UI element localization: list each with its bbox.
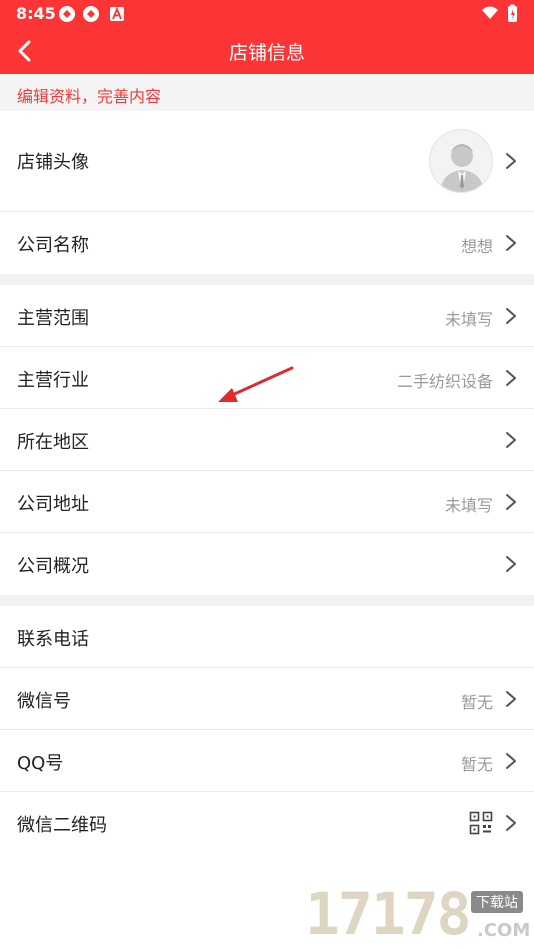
page-title: 店铺信息 [228,42,305,64]
row-label: 主营行业 [17,370,89,391]
row-value: 想想 [460,237,493,256]
watermark-badge: 下载站 [471,891,523,913]
row-value: 二手纺织设备 [396,372,493,391]
row-qq-number[interactable]: QQ号 暂无 [0,730,534,792]
row-value: 未填写 [444,310,493,329]
row-label: 公司概况 [17,556,89,577]
sync-icon [59,6,75,22]
row-company-overview[interactable]: 公司概况 [0,533,534,595]
row-label: 联系电话 [17,629,89,650]
notice-bar: 编辑资料，完善内容 [0,74,534,111]
row-label: 公司名称 [17,235,89,256]
chevron-right-icon [506,153,516,169]
row-company-address[interactable]: 公司地址 未填写 [0,471,534,533]
row-value: 暂无 [460,755,493,774]
status-time: 8:45 [16,4,56,23]
chevron-right-icon [506,308,516,324]
chevron-right-icon [506,370,516,386]
section-contact: 联系电话 微信号 暂无 QQ号 暂无 微信二维码 [0,606,534,854]
watermark-logo: 17178 下载站 .COM [305,880,531,948]
chevron-right-icon [506,235,516,251]
row-shop-avatar[interactable]: 店铺头像 [0,111,534,212]
section-divider [0,595,534,606]
chevron-right-icon [506,753,516,769]
row-wechat-qrcode[interactable]: 微信二维码 [0,792,534,854]
chevron-right-icon [506,432,516,448]
chevron-right-icon [506,815,516,831]
row-company-name[interactable]: 公司名称 想想 [0,212,534,274]
notice-text: 编辑资料，完善内容 [17,87,162,106]
app-a-icon [110,6,124,21]
row-label: 公司地址 [17,494,89,515]
row-label: 主营范围 [17,308,89,329]
annotation-arrow-icon [218,366,294,402]
row-business-scope[interactable]: 主营范围 未填写 [0,285,534,347]
default-avatar-icon [440,144,484,192]
section-divider [0,274,534,285]
nav-bar: 店铺信息 [0,28,534,74]
row-label: 微信号 [17,691,71,712]
watermark-number: 17178 [305,880,472,948]
avatar[interactable] [429,129,493,193]
qr-code-icon [469,811,493,835]
row-value: 未填写 [444,496,493,515]
chevron-right-icon [506,556,516,572]
row-value: 暂无 [460,693,493,712]
section-business: 主营范围 未填写 主营行业 二手纺织设备 所在地区 公司地址 未填写 公司概况 [0,285,534,595]
row-region[interactable]: 所在地区 [0,409,534,471]
row-wechat-id[interactable]: 微信号 暂无 [0,668,534,730]
chevron-right-icon [506,494,516,510]
status-bar: 8:45 [0,0,534,28]
row-label: 店铺头像 [17,152,89,173]
wifi-battery-icon [482,4,517,22]
section-basic: 店铺头像 公司名称 想想 [0,111,534,274]
row-label: 微信二维码 [17,815,107,836]
sync-icon [83,6,99,22]
row-label: QQ号 [17,753,64,774]
row-contact-phone[interactable]: 联系电话 [0,606,534,668]
chevron-right-icon [506,691,516,707]
row-label: 所在地区 [17,432,89,453]
watermark-domain: .COM [477,920,531,941]
